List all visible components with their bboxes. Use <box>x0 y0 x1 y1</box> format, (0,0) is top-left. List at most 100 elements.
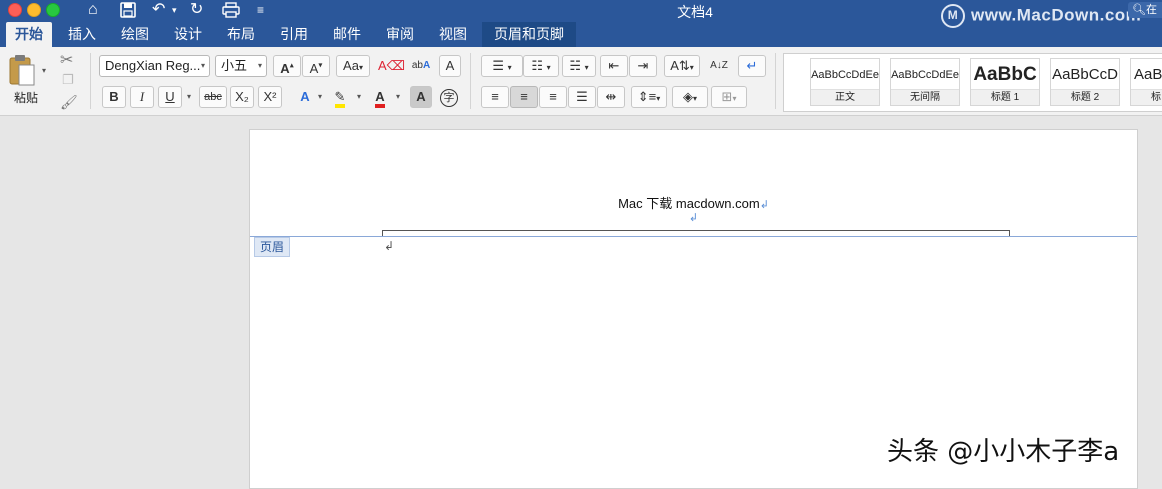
distributed-button[interactable]: ⇹ <box>597 86 625 108</box>
distributed-icon: ⇹ <box>605 89 617 104</box>
search-placeholder: 在 <box>1145 4 1157 16</box>
align-left-button[interactable]: ≡ <box>481 86 509 108</box>
text-effects-button[interactable]: A <box>293 86 317 108</box>
text-direction-icon: A⇅ <box>670 58 690 73</box>
shrink-font-button[interactable]: A▾ <box>302 55 330 77</box>
font-color-button[interactable]: A <box>368 86 392 108</box>
font-name-select[interactable]: DengXian Reg... ▾ <box>99 55 210 77</box>
text-effects-dropdown-icon[interactable]: ▾ <box>318 92 322 101</box>
bold-button[interactable]: B <box>102 86 126 108</box>
show-marks-button[interactable]: ↵ <box>738 55 766 77</box>
copy-icon[interactable]: ❐ <box>62 72 74 88</box>
tab-review[interactable]: 审阅 <box>378 22 422 47</box>
phonetic-guide-button[interactable]: abA <box>407 55 435 77</box>
highlight-dropdown-icon[interactable]: ▾ <box>357 92 361 101</box>
change-case-icon: Aa <box>343 58 359 73</box>
font-size-value: 小五 <box>221 58 248 73</box>
character-shading-button[interactable]: A <box>410 86 432 108</box>
site-watermark: Mwww.MacDown.com <box>941 4 1141 28</box>
tab-references[interactable]: 引用 <box>272 22 316 47</box>
header-boundary <box>250 236 1137 237</box>
header-text: Mac 下载 macdown.com <box>618 196 760 211</box>
text-direction-button[interactable]: A⇅▾ <box>664 55 700 77</box>
format-painter-icon[interactable]: 🖌︎ <box>60 94 78 111</box>
italic-button[interactable]: I <box>130 86 154 108</box>
grow-font-button[interactable]: A▴ <box>273 55 301 77</box>
chevron-down-icon: ▾ <box>656 94 661 103</box>
line-spacing-button[interactable]: ⇕≡▾ <box>631 86 667 108</box>
style-name: 无间隔 <box>891 89 959 105</box>
chevron-down-icon: ▾ <box>358 63 363 72</box>
multilevel-list-button[interactable]: ☵ ▾ <box>562 55 596 77</box>
style-heading-1[interactable]: AaBbC 标题 1 <box>970 58 1040 106</box>
align-center-button[interactable]: ≡ <box>510 86 538 108</box>
change-case-button[interactable]: Aa▾ <box>336 55 370 77</box>
bullets-button[interactable]: ☰ ▾ <box>481 55 523 77</box>
tab-header-footer[interactable]: 页眉和页脚 <box>482 22 576 47</box>
chevron-down-icon: ▾ <box>584 63 589 72</box>
underline-dropdown-icon[interactable]: ▾ <box>187 92 191 101</box>
increase-indent-button[interactable]: ⇥ <box>629 55 657 77</box>
superscript-button[interactable]: X² <box>258 86 282 108</box>
tab-view[interactable]: 视图 <box>431 22 475 47</box>
align-right-button[interactable]: ≡ <box>539 86 567 108</box>
style-normal[interactable]: AaBbCcDdEe 正文 <box>810 58 880 106</box>
paste-label: 粘贴 <box>14 91 39 105</box>
enclose-characters-button[interactable]: 字 <box>437 86 461 108</box>
style-sample: AaBbC <box>973 64 1037 85</box>
chevron-down-icon: ▾ <box>732 94 737 103</box>
tab-mailings[interactable]: 邮件 <box>325 22 369 47</box>
style-heading-2[interactable]: AaBbCcD 标题 2 <box>1050 58 1120 106</box>
empty-header-paragraph[interactable]: ↲ <box>250 210 1137 224</box>
paragraph-mark-icon: ↵ <box>746 58 758 73</box>
character-border-icon: A <box>445 58 455 73</box>
tab-insert[interactable]: 插入 <box>60 22 104 47</box>
body-paragraph-mark-icon[interactable]: ↲ <box>384 239 394 253</box>
increase-indent-icon: ⇥ <box>637 58 649 73</box>
character-border-button[interactable]: A <box>439 55 461 77</box>
line-spacing-icon: ⇕≡ <box>637 89 657 104</box>
style-sample: AaBl <box>1134 66 1162 83</box>
shading-button[interactable]: ◈▾ <box>672 86 708 108</box>
styles-gallery: AaBbCcDdEe 正文 AaBbCcDdEe 无间隔 AaBbC 标题 1 … <box>783 53 1162 112</box>
numbered-list-icon: ☷ <box>531 58 543 73</box>
numbering-button[interactable]: ☷ ▾ <box>523 55 559 77</box>
paste-dropdown-icon[interactable]: ▾ <box>42 66 46 75</box>
search-box[interactable]: 🔍︎在 <box>1128 2 1162 18</box>
underline-button[interactable]: U <box>158 86 182 108</box>
divider <box>775 53 776 109</box>
text-effects-icon: A <box>300 89 310 104</box>
cut-icon[interactable]: ✂ <box>60 50 73 70</box>
sort-icon: A↓Z <box>710 60 728 71</box>
decrease-indent-icon: ⇤ <box>608 58 620 73</box>
subscript-button[interactable]: X₂ <box>230 86 254 108</box>
strikethrough-button[interactable]: abc <box>199 86 227 108</box>
multilevel-list-icon: ☵ <box>569 58 581 73</box>
font-size-select[interactable]: 小五 ▾ <box>215 55 267 77</box>
style-no-spacing[interactable]: AaBbCcDdEe 无间隔 <box>890 58 960 106</box>
chevron-down-icon: ▾ <box>689 63 694 72</box>
phonetic-guide-icon: abA <box>411 60 431 71</box>
justify-button[interactable]: ☰ <box>568 86 596 108</box>
clear-formatting-button[interactable]: A⌫ <box>377 55 405 77</box>
chevron-down-icon: ▾ <box>257 61 262 70</box>
style-title[interactable]: AaBl 标 <box>1130 58 1162 106</box>
paint-bucket-icon: ◈ <box>682 89 693 104</box>
sort-button[interactable]: A↓Z <box>705 55 733 77</box>
highlight-button[interactable]: ✎ <box>328 86 352 108</box>
watermark-text: www.MacDown.com <box>971 5 1142 25</box>
style-sample: AaBbCcDdEe <box>811 69 879 81</box>
tab-layout[interactable]: 布局 <box>219 22 263 47</box>
align-right-icon: ≡ <box>549 89 557 104</box>
font-color-dropdown-icon[interactable]: ▾ <box>396 92 400 101</box>
style-name: 正文 <box>811 89 879 105</box>
paste-button[interactable] <box>8 53 38 89</box>
align-left-icon: ≡ <box>491 89 499 104</box>
enclose-characters-icon: 字 <box>440 89 458 107</box>
grow-font-icon: A▴ <box>280 61 294 77</box>
tab-draw[interactable]: 绘图 <box>113 22 157 47</box>
tab-design[interactable]: 设计 <box>166 22 210 47</box>
tab-home[interactable]: 开始 <box>6 22 52 47</box>
borders-button[interactable]: ⊞▾ <box>711 86 747 108</box>
decrease-indent-button[interactable]: ⇤ <box>600 55 628 77</box>
